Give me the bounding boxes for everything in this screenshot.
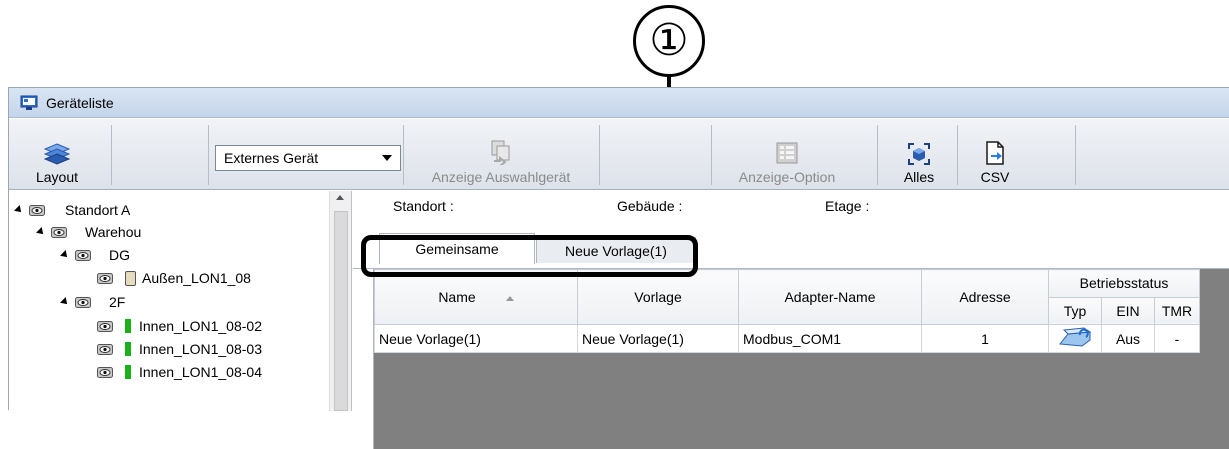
expand-arrow-icon: [36, 227, 46, 237]
tree-item-label: Warehou: [85, 224, 142, 240]
etage-label: Etage :: [825, 198, 870, 214]
column-header-tmr[interactable]: TMR: [1154, 296, 1200, 325]
eye-icon: [51, 226, 67, 238]
tree-item-label: Innen_LON1_08-02: [139, 318, 262, 334]
chevron-down-icon: [382, 155, 392, 161]
indoor-unit-icon: [125, 319, 131, 333]
tree-item-innen-04[interactable]: Innen_LON1_08-04: [97, 361, 262, 383]
cell-adresse: 1: [921, 324, 1049, 353]
toolbar-divider: [877, 125, 878, 185]
csv-export-button[interactable]: CSV: [965, 125, 1025, 185]
column-header-vorlage[interactable]: Vorlage: [577, 269, 739, 325]
toolbar-divider: [599, 125, 600, 185]
device-type-value: Externes Gerät: [224, 150, 319, 166]
column-header-ein[interactable]: EIN: [1101, 296, 1155, 325]
cell-ein: Aus: [1101, 324, 1155, 353]
cell-vorlage: Neue Vorlage(1): [577, 324, 739, 353]
device-list-icon: [20, 95, 38, 110]
expand-arrow-icon: [14, 205, 24, 215]
display-option-button[interactable]: Anzeige-Option: [717, 125, 857, 185]
cell-typ: [1048, 324, 1102, 353]
device-pages-icon: [491, 140, 510, 165]
tab-label: Gemeinsame: [415, 241, 499, 257]
indoor-unit-icon: [125, 365, 131, 379]
show-selected-device-button[interactable]: Anzeige Auswahlgerät: [409, 125, 593, 185]
eye-icon: [75, 296, 91, 308]
expand-arrow-icon: [60, 250, 70, 260]
toolbar-divider: [957, 125, 958, 185]
sort-ascending-icon: [505, 295, 514, 301]
cell-name: Neue Vorlage(1): [374, 324, 578, 353]
device-table: Name Vorlage Adapter-Name Adresse Betrie…: [374, 269, 1200, 353]
display-option-label: Anzeige-Option: [738, 169, 836, 185]
tree-item-aussen-lon1-08[interactable]: Außen_LON1_08: [97, 267, 251, 289]
tree-item-label: Standort A: [65, 202, 131, 218]
eye-icon: [97, 320, 113, 332]
tree-item-warehouse[interactable]: Warehou: [36, 221, 142, 243]
tree-item-label: 2F: [109, 294, 126, 310]
indoor-unit-icon: [125, 342, 131, 356]
device-type-select[interactable]: Externes Gerät: [215, 145, 401, 171]
outdoor-unit-icon: [125, 270, 136, 286]
toolbar-divider: [208, 125, 209, 185]
scroll-thumb[interactable]: [334, 211, 348, 411]
location-info-bar: Standort : Gebäude : Etage :: [353, 191, 1229, 221]
tree-item-dg[interactable]: DG: [60, 244, 130, 266]
tree-item-label: DG: [109, 247, 130, 263]
tree-item-label: Innen_LON1_08-03: [139, 341, 262, 357]
tree-scrollbar[interactable]: [329, 191, 351, 411]
standort-label: Standort :: [393, 198, 454, 214]
title-bar: Geräteliste: [9, 88, 1229, 118]
toolbar-divider: [403, 125, 404, 185]
expand-arrow-icon: [60, 297, 70, 307]
toolbar-divider: [1075, 125, 1076, 185]
device-grid: Name Vorlage Adapter-Name Adresse Betrie…: [373, 269, 1229, 449]
tree-item-label: Außen_LON1_08: [142, 270, 251, 286]
column-header-betriebsstatus: Betriebsstatus: [1048, 269, 1200, 298]
eye-icon: [75, 249, 91, 261]
cell-adapter-name: Modbus_COM1: [738, 324, 922, 353]
layers-icon: [44, 143, 70, 165]
tab-label: Neue Vorlage(1): [565, 242, 667, 259]
device-list-window: Geräteliste Layout Externes Gerät Anzeig…: [8, 87, 1229, 449]
select-all-icon: [908, 143, 930, 165]
tree-item-2f[interactable]: 2F: [60, 291, 126, 313]
column-header-typ[interactable]: Typ: [1048, 296, 1102, 325]
select-all-label: Alles: [903, 169, 935, 185]
tab-strip: Gemeinsame Neue Vorlage(1): [353, 221, 1229, 269]
grid-options-icon: [776, 142, 798, 164]
scroll-up-arrow-icon[interactable]: [336, 195, 344, 200]
eye-icon: [97, 343, 113, 355]
csv-label: CSV: [980, 169, 1010, 185]
tree-item-innen-02[interactable]: Innen_LON1_08-02: [97, 315, 262, 337]
toolbar-divider: [711, 125, 712, 185]
eye-icon: [29, 204, 45, 216]
select-all-button[interactable]: Alles: [883, 125, 955, 185]
eye-icon: [97, 272, 113, 284]
callout-number-1: ①: [633, 5, 705, 77]
toolbar: Layout Externes Gerät Anzeige Auswahlger…: [9, 119, 1229, 190]
toolbar-divider: [111, 125, 112, 185]
layout-label: Layout: [35, 169, 79, 185]
main-panel: Standort : Gebäude : Etage : Gemeinsame …: [353, 191, 1229, 449]
cell-tmr: -: [1154, 324, 1200, 353]
column-header-adapter-name[interactable]: Adapter-Name: [738, 269, 922, 325]
table-row[interactable]: Neue Vorlage(1) Neue Vorlage(1) Modbus_C…: [374, 324, 1200, 353]
layout-button[interactable]: Layout: [15, 125, 99, 185]
csv-export-icon: [986, 141, 1004, 165]
show-selected-device-label: Anzeige Auswahlgerät: [431, 169, 571, 185]
eye-icon: [97, 366, 113, 378]
tree-item-label: Innen_LON1_08-04: [139, 364, 262, 380]
site-tree: Standort A Warehou DG Außen_LON1_08 2F I…: [9, 191, 352, 411]
adapter-type-icon: [1059, 327, 1092, 347]
tree-item-standort[interactable]: Standort A: [14, 199, 131, 221]
gebaeude-label: Gebäude :: [617, 198, 683, 214]
column-header-name[interactable]: Name: [374, 269, 578, 325]
tree-item-innen-03[interactable]: Innen_LON1_08-03: [97, 338, 262, 360]
column-header-adresse[interactable]: Adresse: [921, 269, 1049, 325]
tab-neue-vorlage[interactable]: Neue Vorlage(1): [536, 237, 696, 263]
window-title: Geräteliste: [46, 94, 114, 111]
tab-gemeinsame[interactable]: Gemeinsame: [379, 233, 535, 264]
